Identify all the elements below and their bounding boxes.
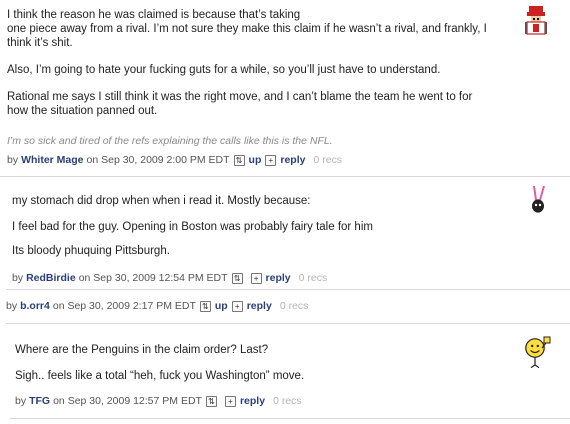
comment-meta: by b.orr4 on Sep 30, 2009 2:17 PM EDT ⇅ … — [6, 300, 308, 312]
reply-button[interactable]: + reply — [250, 272, 291, 284]
pink-bunny-avatar-icon[interactable] — [525, 184, 551, 216]
by-label: by — [7, 154, 19, 166]
up-icon: ⇅ — [231, 272, 243, 284]
plus-icon: + — [224, 395, 236, 407]
comment-text-line: Rational me says I still think it was th… — [7, 91, 473, 103]
comment-whiter-mage: I think the reason he was claimed is bec… — [0, 0, 570, 175]
comment-text-line: Where are the Penguins in the claim orde… — [15, 344, 269, 356]
comment-date: on Sep 30, 2009 2:17 PM EDT — [52, 300, 196, 312]
reply-label: reply — [246, 300, 272, 312]
by-label: by — [6, 300, 18, 312]
comment-meta: by Whiter Mage on Sep 30, 2009 2:00 PM E… — [7, 154, 342, 166]
up-label: up — [248, 154, 262, 166]
up-label: up — [214, 300, 228, 312]
recs-count: 0 recs — [279, 300, 309, 312]
comment-tfg: Where are the Penguins in the claim orde… — [0, 326, 570, 418]
comment-text-line: Its bloody phuquing Pittsburgh. — [12, 245, 170, 257]
comment-date: on Sep 30, 2009 12:54 PM EDT — [78, 272, 228, 284]
recs-count: 0 recs — [273, 395, 302, 407]
up-button[interactable]: ⇅ — [205, 395, 221, 407]
reply-label: reply — [280, 154, 306, 166]
comment-text-line: think it’s shit. — [7, 37, 73, 49]
comment-text-line: my stomach did drop when when i read it.… — [12, 195, 311, 207]
comment-divider — [10, 418, 570, 419]
author-link[interactable]: RedBirdie — [26, 272, 76, 284]
comment-divider — [6, 323, 570, 324]
by-label: by — [12, 272, 24, 284]
comment-date: on Sep 30, 2009 2:00 PM EDT — [86, 154, 230, 166]
reply-label: reply — [265, 272, 291, 284]
up-icon: ⇅ — [205, 395, 217, 407]
comment-text-line: Sigh.. feels like a total “heh, fuck you… — [15, 370, 305, 382]
plus-icon: + — [265, 154, 277, 166]
comment-signature: I’m so sick and tired of the refs explai… — [7, 135, 333, 147]
comment-meta: by TFG on Sep 30, 2009 12:57 PM EDT ⇅ + … — [15, 395, 302, 407]
comment-redbirdie: my stomach did drop when when i read it.… — [0, 178, 570, 290]
comment-text-line: I feel bad for the guy. Opening in Bosto… — [12, 221, 373, 233]
comment-divider — [0, 176, 570, 177]
author-link[interactable]: Whiter Mage — [21, 154, 83, 166]
comment-text-line: how the situation panned out. — [7, 105, 158, 117]
comment-text-line: Also, I’m going to hate your fucking gut… — [7, 64, 441, 76]
reply-button[interactable]: + reply — [265, 154, 305, 166]
comment-text-line: I think the reason he was claimed is bec… — [7, 9, 301, 21]
reply-button[interactable]: + reply — [231, 300, 272, 312]
plus-icon: + — [250, 272, 262, 284]
up-button[interactable]: ⇅ up — [233, 154, 262, 166]
recs-count: 0 recs — [298, 272, 328, 284]
up-icon: ⇅ — [199, 300, 211, 312]
comment-date: on Sep 30, 2009 12:57 PM EDT — [53, 395, 202, 407]
reply-button[interactable]: + reply — [224, 395, 266, 407]
smiley-fist-avatar-icon[interactable] — [523, 334, 553, 368]
recs-count: 0 recs — [313, 154, 343, 166]
comment-b-orr4: by b.orr4 on Sep 30, 2009 2:17 PM EDT ⇅ … — [0, 290, 570, 320]
up-icon: ⇅ — [233, 154, 245, 166]
by-label: by — [15, 395, 27, 407]
reply-label: reply — [239, 395, 266, 407]
up-button[interactable]: ⇅ up — [199, 300, 228, 312]
plus-icon: + — [231, 300, 243, 312]
comment-meta: by RedBirdie on Sep 30, 2009 12:54 PM ED… — [12, 272, 327, 284]
author-link[interactable]: TFG — [29, 395, 50, 407]
up-button[interactable]: ⇅ — [231, 272, 247, 284]
comment-text-line: one piece away from a rival. I’m not sur… — [7, 23, 487, 35]
author-link[interactable]: b.orr4 — [20, 300, 50, 312]
pixel-mage-avatar-icon[interactable] — [523, 4, 549, 36]
